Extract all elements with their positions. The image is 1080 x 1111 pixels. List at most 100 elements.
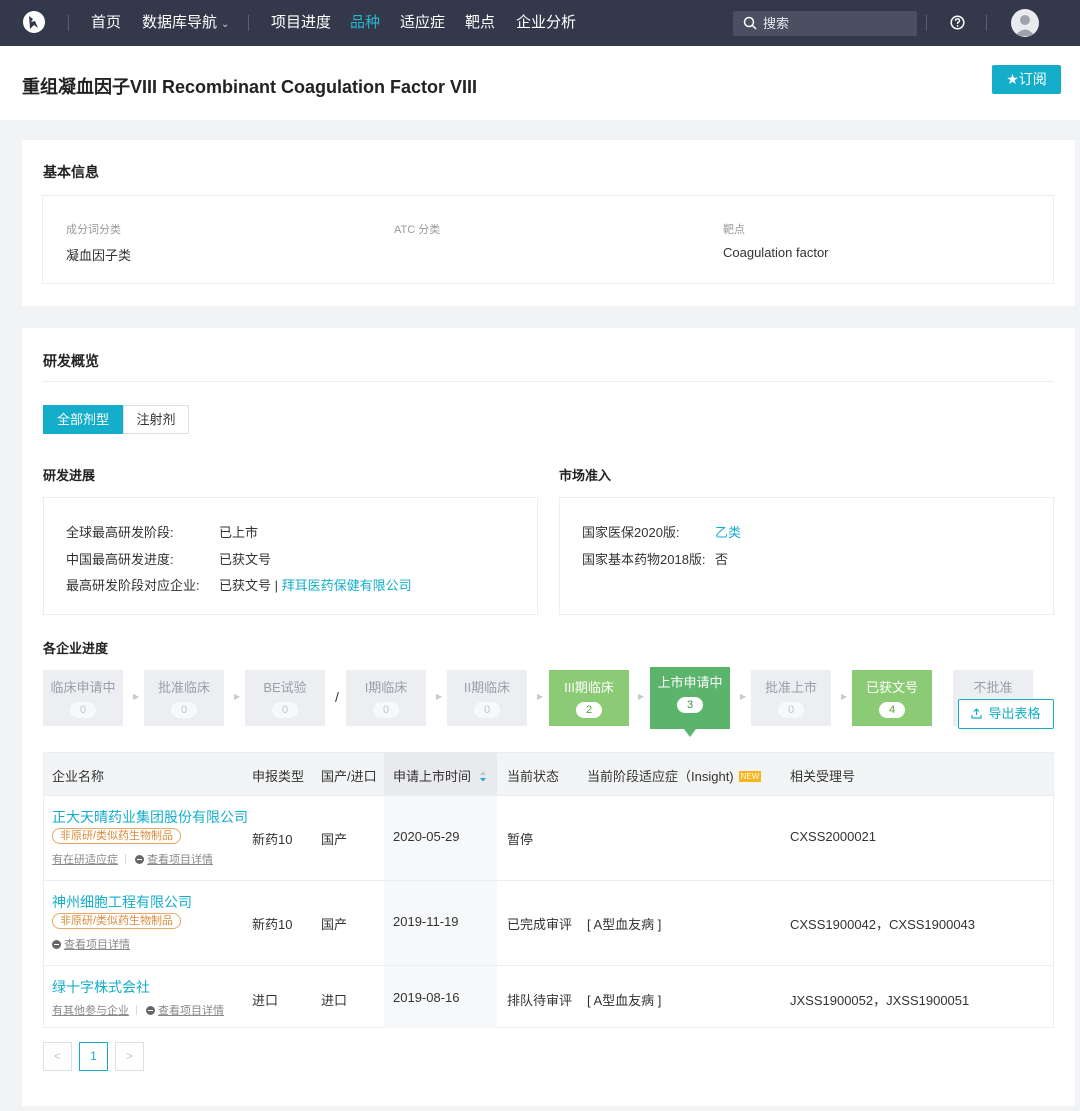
nav-home[interactable]: 首页 — [91, 14, 121, 32]
table-row: 绿十字株式会社 有其他参与企业 查看项目详情 进口 进口 2019-08-16 … — [44, 965, 1053, 1028]
in-research-indication-link[interactable]: 有在研适应症 — [52, 851, 118, 867]
type-cell: 进口 — [252, 993, 279, 1008]
rd-overview-card: 研发概览 全部剂型 注射剂 研发进展 市场准入 全球最高研发阶段: 已上市 中国… — [22, 328, 1075, 1106]
market-access-box: 国家医保2020版: 乙类 国家基本药物2018版: 否 — [559, 497, 1054, 615]
stage-clinical-approved[interactable]: 批准临床 0 — [144, 670, 224, 726]
next-page-button[interactable]: > — [115, 1042, 144, 1071]
top-company-label: 最高研发阶段对应企业: — [66, 578, 200, 593]
stage-clinical-application[interactable]: 临床申请中 0 — [43, 670, 123, 726]
prev-page-button[interactable]: < — [43, 1042, 72, 1071]
caret-right-icon: ▶ — [436, 692, 443, 701]
date-cell: 2019-11-19 — [393, 914, 459, 929]
stage-phase-3[interactable]: III期临床 2 — [549, 670, 629, 726]
type-cell: 新药10 — [252, 917, 293, 932]
stage-phase-1[interactable]: I期临床 0 — [346, 670, 426, 726]
help-icon[interactable] — [950, 15, 965, 30]
stage-name: 不批准 — [973, 680, 1013, 695]
stage-name: I期临床 — [364, 680, 408, 695]
export-table-button[interactable]: 导出表格 — [958, 699, 1054, 729]
other-participants-link[interactable]: 有其他参与企业 — [52, 1002, 129, 1018]
caret-right-icon: ▶ — [841, 692, 848, 701]
target-label: 靶点 — [723, 224, 745, 236]
origin-cell: 进口 — [321, 993, 348, 1008]
stage-count: 0 — [171, 702, 197, 718]
nav-divider — [986, 15, 987, 31]
logo-icon[interactable] — [22, 10, 46, 34]
target-value: Coagulation factor — [723, 245, 829, 260]
view-project-detail-link[interactable]: 查看项目详情 — [52, 936, 130, 952]
new-badge: NEW — [738, 771, 762, 782]
nav-divider — [248, 15, 249, 31]
status-cell: 已完成审评 — [507, 917, 573, 932]
origin-cell: 国产 — [321, 832, 348, 847]
stage-name: BE试验 — [263, 680, 307, 695]
view-project-detail-link[interactable]: 查看项目详情 — [146, 1002, 224, 1018]
indication-link[interactable]: [ A型血友病 ] — [587, 914, 661, 933]
sort-icon[interactable] — [479, 771, 487, 782]
minus-circle-icon — [52, 940, 61, 949]
col-status: 当前状态 — [507, 769, 560, 784]
col-date[interactable]: 申请上市时间 — [393, 766, 487, 785]
top-nav: 首页 数据库导航 ⌄ 项目进度 品种 适应症 靶点 企业分析 — [0, 0, 1080, 46]
stage-marketing-approved[interactable]: 批准上市 0 — [751, 670, 831, 726]
stage-marketing-application[interactable]: 上市申请中 3 — [650, 667, 730, 737]
top-company-link[interactable]: 拜耳医药保健有限公司 — [282, 578, 412, 593]
nav-indication[interactable]: 适应症 — [400, 14, 445, 32]
status-cell: 排队待审评 — [507, 993, 573, 1008]
nhi-value[interactable]: 乙类 — [715, 522, 741, 541]
caret-right-icon: ▶ — [638, 692, 645, 701]
nav-target[interactable]: 靶点 — [465, 14, 495, 32]
stage-count: 4 — [879, 702, 905, 718]
page-1-button[interactable]: 1 — [79, 1042, 108, 1071]
stage-name: 已获文号 — [865, 680, 918, 695]
type-cell: 新药10 — [252, 832, 293, 847]
essential-drug-label: 国家基本药物2018版: — [582, 552, 706, 567]
stage-name: II期临床 — [463, 680, 511, 695]
indication-link[interactable]: [ A型血友病 ] — [587, 990, 661, 1009]
search-icon — [743, 16, 757, 30]
tab-all-dosage[interactable]: 全部剂型 — [43, 405, 123, 434]
company-link[interactable]: 正大天晴药业集团股份有限公司 — [52, 807, 248, 827]
nav-divider — [926, 15, 927, 31]
company-link[interactable]: 绿十字株式会社 — [52, 977, 150, 997]
accept-no-link[interactable]: CXSS2000021 — [790, 829, 876, 844]
avatar[interactable] — [1011, 9, 1039, 37]
view-project-detail-link[interactable]: 查看项目详情 — [135, 851, 213, 867]
view-detail-label: 查看项目详情 — [64, 939, 130, 951]
stage-license-obtained[interactable]: 已获文号 4 — [852, 670, 932, 726]
col-indication: 当前阶段适应症（Insight) NEW — [587, 766, 762, 785]
stage-phase-2[interactable]: II期临床 0 — [447, 670, 527, 726]
stage-count: 3 — [677, 697, 703, 713]
view-detail-label: 查看项目详情 — [158, 1005, 224, 1017]
nav-database-label: 数据库导航 — [142, 14, 218, 31]
stage-count: 0 — [474, 702, 500, 718]
china-stage-label: 中国最高研发进度: — [66, 552, 174, 567]
company-progress-title: 各企业进度 — [43, 641, 109, 656]
rd-overview-title: 研发概览 — [43, 353, 99, 369]
nav-divider — [68, 15, 69, 31]
top-company-value: 已获文号 | 拜耳医药保健有限公司 — [219, 575, 412, 594]
global-stage-value: 已上市 — [219, 525, 259, 540]
nav-variety[interactable]: 品种 — [350, 14, 380, 32]
stage-count: 0 — [70, 702, 96, 718]
stage-count: 0 — [272, 702, 298, 718]
rd-progress-box: 全球最高研发阶段: 已上市 中国最高研发进度: 已获文号 最高研发阶段对应企业:… — [43, 497, 538, 615]
date-cell: 2019-08-16 — [393, 990, 460, 1005]
nav-database[interactable]: 数据库导航 ⌄ — [142, 14, 229, 34]
stage-be-trial[interactable]: BE试验 0 — [245, 670, 325, 726]
stage-separator: / — [335, 689, 339, 705]
table-header: 企业名称 申报类型 国产/进口 申请上市时间 当前状态 当前阶段适应症（Insi… — [44, 753, 1053, 795]
nav-progress[interactable]: 项目进度 — [271, 14, 331, 32]
ingredient-value: 凝血因子类 — [66, 248, 132, 263]
accept-no-link[interactable]: CXSS1900042，CXSS1900043 — [790, 914, 975, 933]
basic-info-title: 基本信息 — [43, 164, 99, 180]
company-progress-table: 企业名称 申报类型 国产/进口 申请上市时间 当前状态 当前阶段适应症（Insi… — [43, 752, 1054, 1028]
status-cell: 暂停 — [507, 832, 534, 847]
view-detail-label: 查看项目详情 — [147, 854, 213, 866]
accept-no-link[interactable]: JXSS1900052，JXSS1900051 — [790, 990, 969, 1009]
nav-company-analysis[interactable]: 企业分析 — [516, 14, 576, 32]
search-input[interactable] — [763, 14, 903, 33]
tab-injection[interactable]: 注射剂 — [123, 405, 189, 434]
subscribe-button[interactable]: ★订阅 — [992, 65, 1061, 94]
company-link[interactable]: 神州细胞工程有限公司 — [52, 892, 192, 912]
